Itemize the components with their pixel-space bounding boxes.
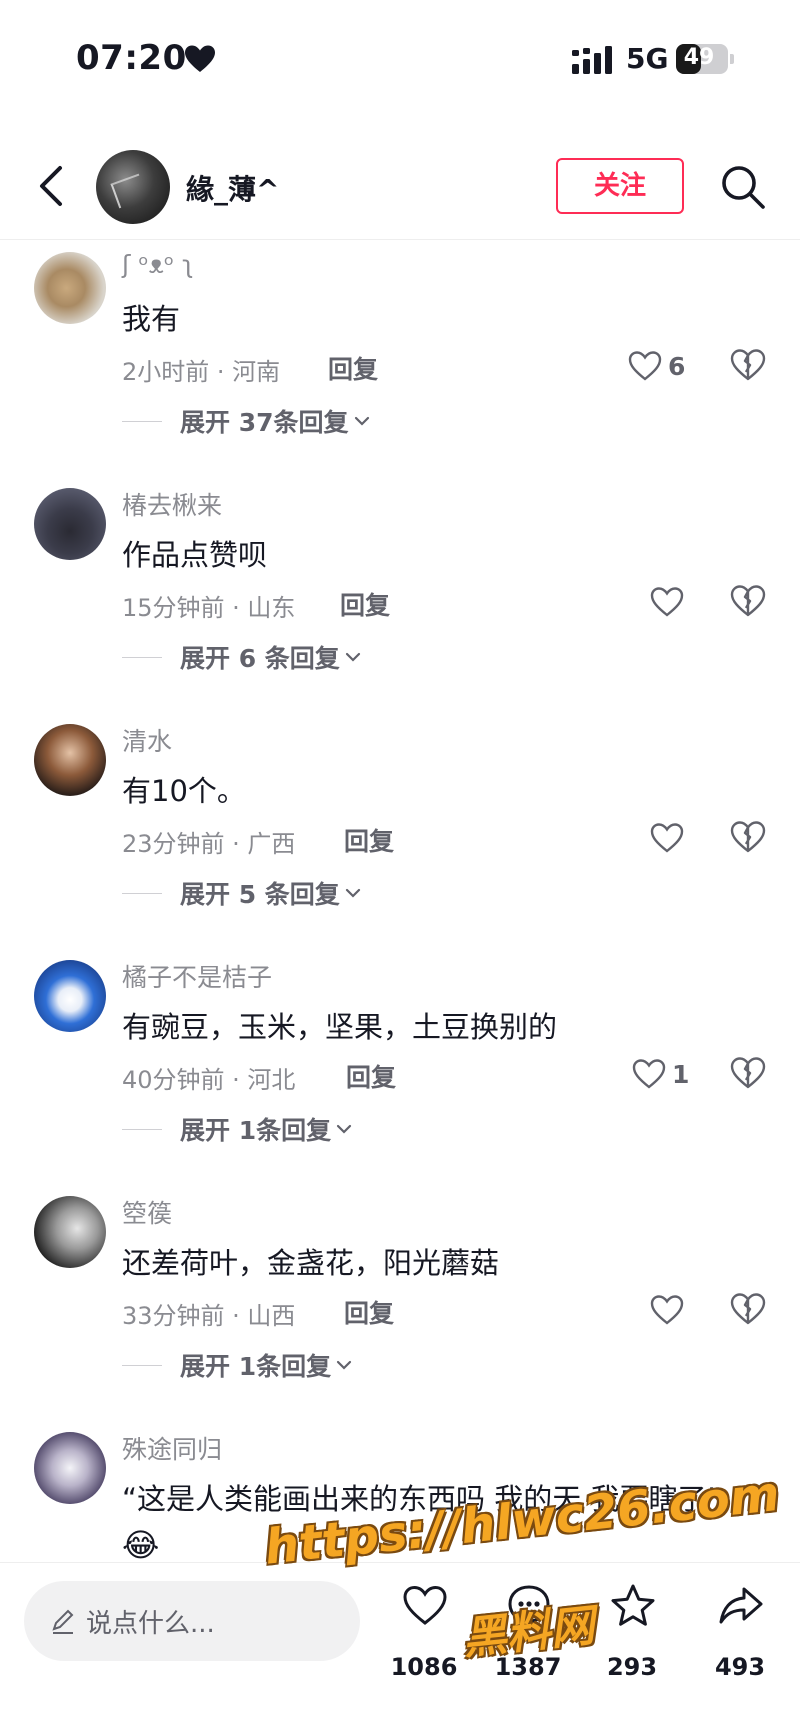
dislike-icon[interactable]	[730, 1292, 766, 1326]
reply-button[interactable]: 回复	[344, 1294, 394, 1330]
chevron-down-icon	[354, 416, 369, 426]
network-type: 5G	[626, 42, 669, 75]
commenter-avatar[interactable]	[34, 1432, 106, 1504]
commenter-avatar[interactable]	[34, 488, 106, 560]
dislike-icon[interactable]	[730, 348, 766, 382]
comment-item: 椿去楸来 作品点赞呗 15分钟前 · 山东 回复 展开 6 条回复	[0, 478, 800, 714]
reply-button[interactable]: 回复	[340, 586, 390, 622]
bottom-action-bar: 说点什么... 1086 1387 293 493	[0, 1562, 800, 1734]
expand-replies-label: 展开 6 条回复	[180, 644, 340, 673]
share-icon	[719, 1587, 763, 1624]
dislike-icon[interactable]	[730, 584, 766, 618]
expand-replies[interactable]: 展开 5 条回复	[122, 876, 362, 910]
status-time: 07:20	[76, 38, 187, 78]
comment-item: 橘子不是桔子 有豌豆，玉米，坚果，土豆换别的 40分钟前 · 河北 回复 1 展…	[0, 950, 800, 1186]
like-button[interactable]: 6	[628, 346, 685, 386]
commenter-avatar[interactable]	[34, 252, 106, 324]
comment-text: 作品点赞呗	[122, 538, 268, 572]
like-button[interactable]	[650, 818, 690, 858]
signal-icon	[572, 46, 612, 74]
chevron-down-icon	[345, 888, 360, 898]
comment-text: 有豌豆，玉米，坚果，土豆换别的	[122, 1010, 558, 1044]
favorite-count: 293	[606, 1653, 658, 1681]
search-icon[interactable]	[720, 164, 766, 210]
status-bar: 07:20 5G 49	[0, 0, 800, 120]
pencil-icon	[52, 1609, 74, 1634]
comments-header: 緣_薄^ 关注	[0, 140, 800, 240]
battery-level: 49	[683, 45, 715, 70]
like-icon	[628, 351, 662, 381]
comment-list[interactable]: ʃ ᵒᴥᵒ ʅ 我有 2小时前 · 河南 回复 6 展开 37条回复 椿去楸来 …	[0, 242, 800, 1562]
star-icon	[611, 1584, 655, 1626]
share-count: 493	[714, 1653, 766, 1681]
comment-item: 箜篌 还差荷叶，金盏花，阳光蘑菇 33分钟前 · 山西 回复 展开 1条回复	[0, 1186, 800, 1422]
commenter-avatar[interactable]	[34, 724, 106, 796]
comment-meta: 23分钟前 · 广西	[122, 830, 296, 858]
chevron-down-icon	[337, 1124, 352, 1134]
like-button[interactable]: 1	[632, 1054, 689, 1094]
comment-item: ʃ ᵒᴥᵒ ʅ 我有 2小时前 · 河南 回复 6 展开 37条回复	[0, 242, 800, 478]
like-count: 1086	[390, 1653, 458, 1681]
comment-text: “这是人类能画出来的东西吗 我的天 我要瞎了”	[122, 1482, 722, 1516]
author-avatar[interactable]	[96, 150, 170, 224]
comment-input-placeholder: 说点什么...	[86, 1609, 215, 1639]
chevron-down-icon	[337, 1360, 352, 1370]
follow-button[interactable]: 关注	[556, 158, 684, 214]
author-name[interactable]: 緣_薄^	[186, 168, 279, 208]
back-icon[interactable]	[32, 162, 72, 210]
expand-replies[interactable]: 展开 6 条回复	[122, 640, 362, 674]
like-button[interactable]	[650, 1290, 690, 1330]
reply-button[interactable]: 回复	[328, 350, 378, 386]
commenter-name[interactable]: 清水	[122, 722, 172, 758]
comment-input[interactable]: 说点什么...	[24, 1581, 360, 1661]
battery-icon: 49	[676, 44, 734, 74]
expand-replies[interactable]: 展开 1条回复	[122, 1112, 353, 1146]
like-action[interactable]: 1086	[374, 1583, 474, 1715]
heart-icon	[185, 45, 215, 72]
expand-replies-label: 展开 5 条回复	[180, 880, 340, 909]
like-icon	[650, 1295, 684, 1325]
commenter-name[interactable]: ʃ ᵒᴥᵒ ʅ	[122, 250, 194, 280]
share-action[interactable]: 493	[690, 1583, 790, 1715]
like-button[interactable]	[650, 582, 690, 622]
expand-replies-label: 展开 1条回复	[180, 1116, 332, 1145]
commenter-name[interactable]: 箜篌	[122, 1194, 172, 1230]
like-icon	[650, 587, 684, 617]
favorite-action[interactable]: 293	[582, 1583, 682, 1715]
like-count: 6	[668, 351, 686, 381]
comment-meta: 33分钟前 · 山西	[122, 1302, 296, 1330]
expand-replies[interactable]: 展开 1条回复	[122, 1348, 353, 1382]
expand-replies[interactable]: 展开 37条回复	[122, 404, 371, 438]
comment-icon	[508, 1585, 550, 1628]
comment-meta: 40分钟前 · 河北	[122, 1066, 296, 1094]
comment-emoji: 😂	[122, 1526, 160, 1562]
dislike-icon[interactable]	[730, 1056, 766, 1090]
expand-replies-label: 展开 37条回复	[180, 408, 349, 437]
expand-replies-label: 展开 1条回复	[180, 1352, 332, 1381]
reply-button[interactable]: 回复	[346, 1058, 396, 1094]
like-icon	[403, 1585, 447, 1625]
chevron-down-icon	[345, 652, 360, 662]
commenter-name[interactable]: 椿去楸来	[122, 486, 222, 522]
commenter-name[interactable]: 殊途同归	[122, 1430, 222, 1466]
commenter-avatar[interactable]	[34, 960, 106, 1032]
like-count: 1	[672, 1059, 690, 1089]
comment-item: 殊途同归 “这是人类能画出来的东西吗 我的天 我要瞎了” 😂	[0, 1422, 800, 1562]
comment-meta: 2小时前 · 河南	[122, 358, 281, 386]
like-icon	[650, 823, 684, 853]
comment-action[interactable]: 1387	[478, 1583, 578, 1715]
comment-text: 我有	[122, 302, 181, 336]
like-icon	[632, 1059, 666, 1089]
comment-count: 1387	[494, 1653, 562, 1681]
comment-text: 还差荷叶，金盏花，阳光蘑菇	[122, 1246, 500, 1280]
commenter-name[interactable]: 橘子不是桔子	[122, 958, 272, 994]
comment-item: 清水 有10个。 23分钟前 · 广西 回复 展开 5 条回复	[0, 714, 800, 950]
comment-text: 有10个。	[122, 774, 246, 808]
comment-meta: 15分钟前 · 山东	[122, 594, 296, 622]
reply-button[interactable]: 回复	[344, 822, 394, 858]
dislike-icon[interactable]	[730, 820, 766, 854]
commenter-avatar[interactable]	[34, 1196, 106, 1268]
